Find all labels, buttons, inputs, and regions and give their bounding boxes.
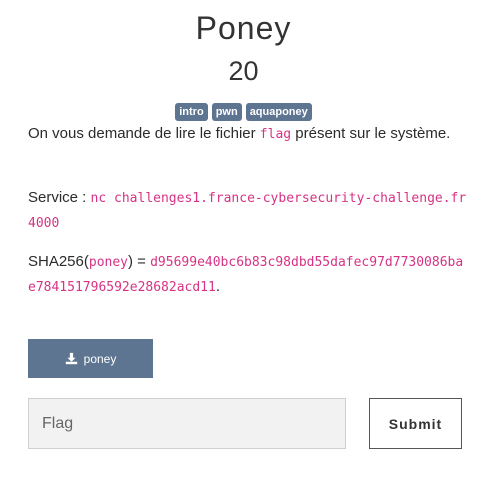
tag-aquaponey[interactable]: aquaponey — [245, 103, 312, 121]
challenge-title: Poney — [195, 10, 292, 46]
download-button[interactable]: poney — [28, 339, 153, 378]
download-icon — [65, 352, 78, 365]
sha-filename: poney — [88, 255, 129, 270]
tag-pwn[interactable]: pwn — [211, 103, 242, 121]
description-paragraph: On vous demande de lire le fichier flag … — [28, 122, 468, 147]
description-text: On vous demande de lire le fichier — [28, 125, 260, 142]
service-command: nc challenges1.france-cybersecurity-chal… — [28, 191, 467, 231]
description-text-end: présent sur le système. — [291, 125, 451, 142]
challenge-points: 20 — [228, 56, 259, 86]
sha-prefix: SHA256( — [28, 253, 89, 270]
tag-list: intro pwn aquaponey — [0, 103, 487, 121]
service-paragraph: Service : nc challenges1.france-cybersec… — [28, 186, 468, 236]
download-label: poney — [83, 351, 117, 366]
sha-equals: ) = — [128, 253, 151, 270]
flag-input[interactable] — [28, 398, 346, 449]
tag-intro[interactable]: intro — [175, 103, 208, 121]
sha-period: . — [215, 278, 221, 295]
service-label: Service : — [28, 189, 91, 206]
submit-button[interactable]: Submit — [369, 398, 462, 449]
flag-filename: flag — [259, 127, 292, 142]
sha256-paragraph: SHA256(poney) = d95699e40bc6b83c98dbd55d… — [28, 250, 468, 300]
